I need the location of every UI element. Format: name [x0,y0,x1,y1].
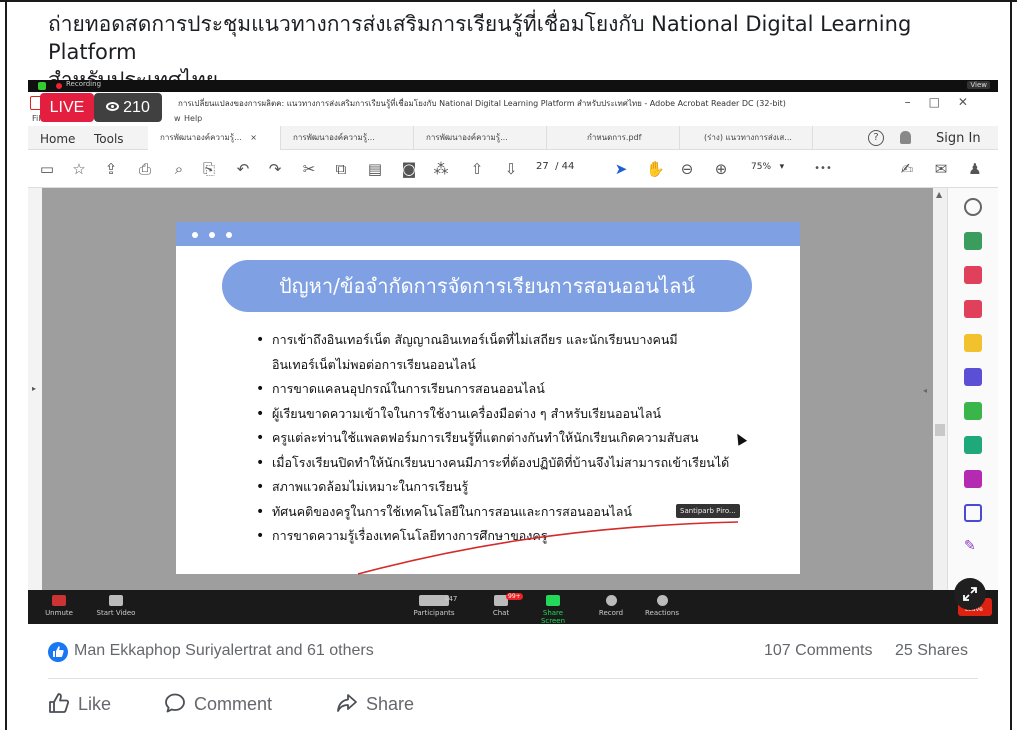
record-button[interactable]: Record [596,595,626,617]
thumbs-up-icon [49,693,70,713]
expand-icon [963,587,977,601]
frame-right-border [1010,0,1012,730]
microphone-muted-icon [52,595,66,606]
participants-count: 447 [444,595,458,603]
video-off-icon [109,595,123,606]
frame-top-border [0,0,1017,2]
eye-icon [106,102,120,111]
chat-label: Chat [492,609,510,617]
share-screen-icon [546,595,560,606]
record-icon [605,595,617,606]
share-arrow-icon [337,694,357,712]
viewer-count: 210 [94,93,162,122]
participants-label: Participants [413,609,455,617]
share-button[interactable]: Share [336,690,436,718]
unmute-label: Unmute [45,609,73,617]
shares-count-link[interactable]: 25 Shares [895,642,968,660]
share-screen-button[interactable]: Share Screen [530,595,576,624]
facebook-post: ถ่ายทอดสดการประชุมแนวทางการส่งเสริมการเร… [0,0,1017,730]
start-video-button[interactable]: Start Video [94,595,138,617]
reactions-summary: Man Ekkaphop Suriyalertrat and 61 others… [48,640,978,664]
zoom-control-bar: Unmute Start Video Participants 447 Chat… [28,590,998,624]
comment-label: Comment [194,694,273,714]
reactions-button[interactable]: Reactions [642,595,682,617]
start-video-label: Start Video [96,609,136,617]
comment-button[interactable]: Comment [164,690,304,718]
reactor-names-link[interactable]: Man Ekkaphop Suriyalertrat and 61 others [74,642,374,660]
share-label: Share [366,694,415,714]
like-button[interactable]: Like [48,690,138,718]
live-video[interactable]: Recording View การเปลี่ยนแปลงของการผลิตค… [28,80,998,624]
reaction-smile-icon [656,595,668,606]
viewer-count-value: 210 [123,99,150,116]
live-badge: LIVE [40,93,94,122]
post-title-line1: ถ่ายทอดสดการประชุมแนวทางการส่งเสริมการเร… [48,12,912,64]
unmute-button[interactable]: Unmute [44,595,74,617]
chat-unread-badge: 99+ [506,593,523,600]
comment-bubble-icon [165,693,185,713]
annotation-pen-stroke [357,521,739,575]
post-action-bar: Like Comment Share [48,690,978,718]
share-screen-label: Share Screen [540,609,566,624]
like-reaction-icon [48,642,68,662]
comments-count-link[interactable]: 107 Comments [764,642,873,660]
frame-left-border [5,0,7,730]
like-label: Like [78,694,112,714]
divider [48,678,978,679]
annotator-name-tooltip: Santiparb Piro... [676,504,740,518]
reactions-label: Reactions [644,609,680,617]
record-label: Record [598,609,624,617]
fullscreen-button[interactable] [954,578,986,610]
